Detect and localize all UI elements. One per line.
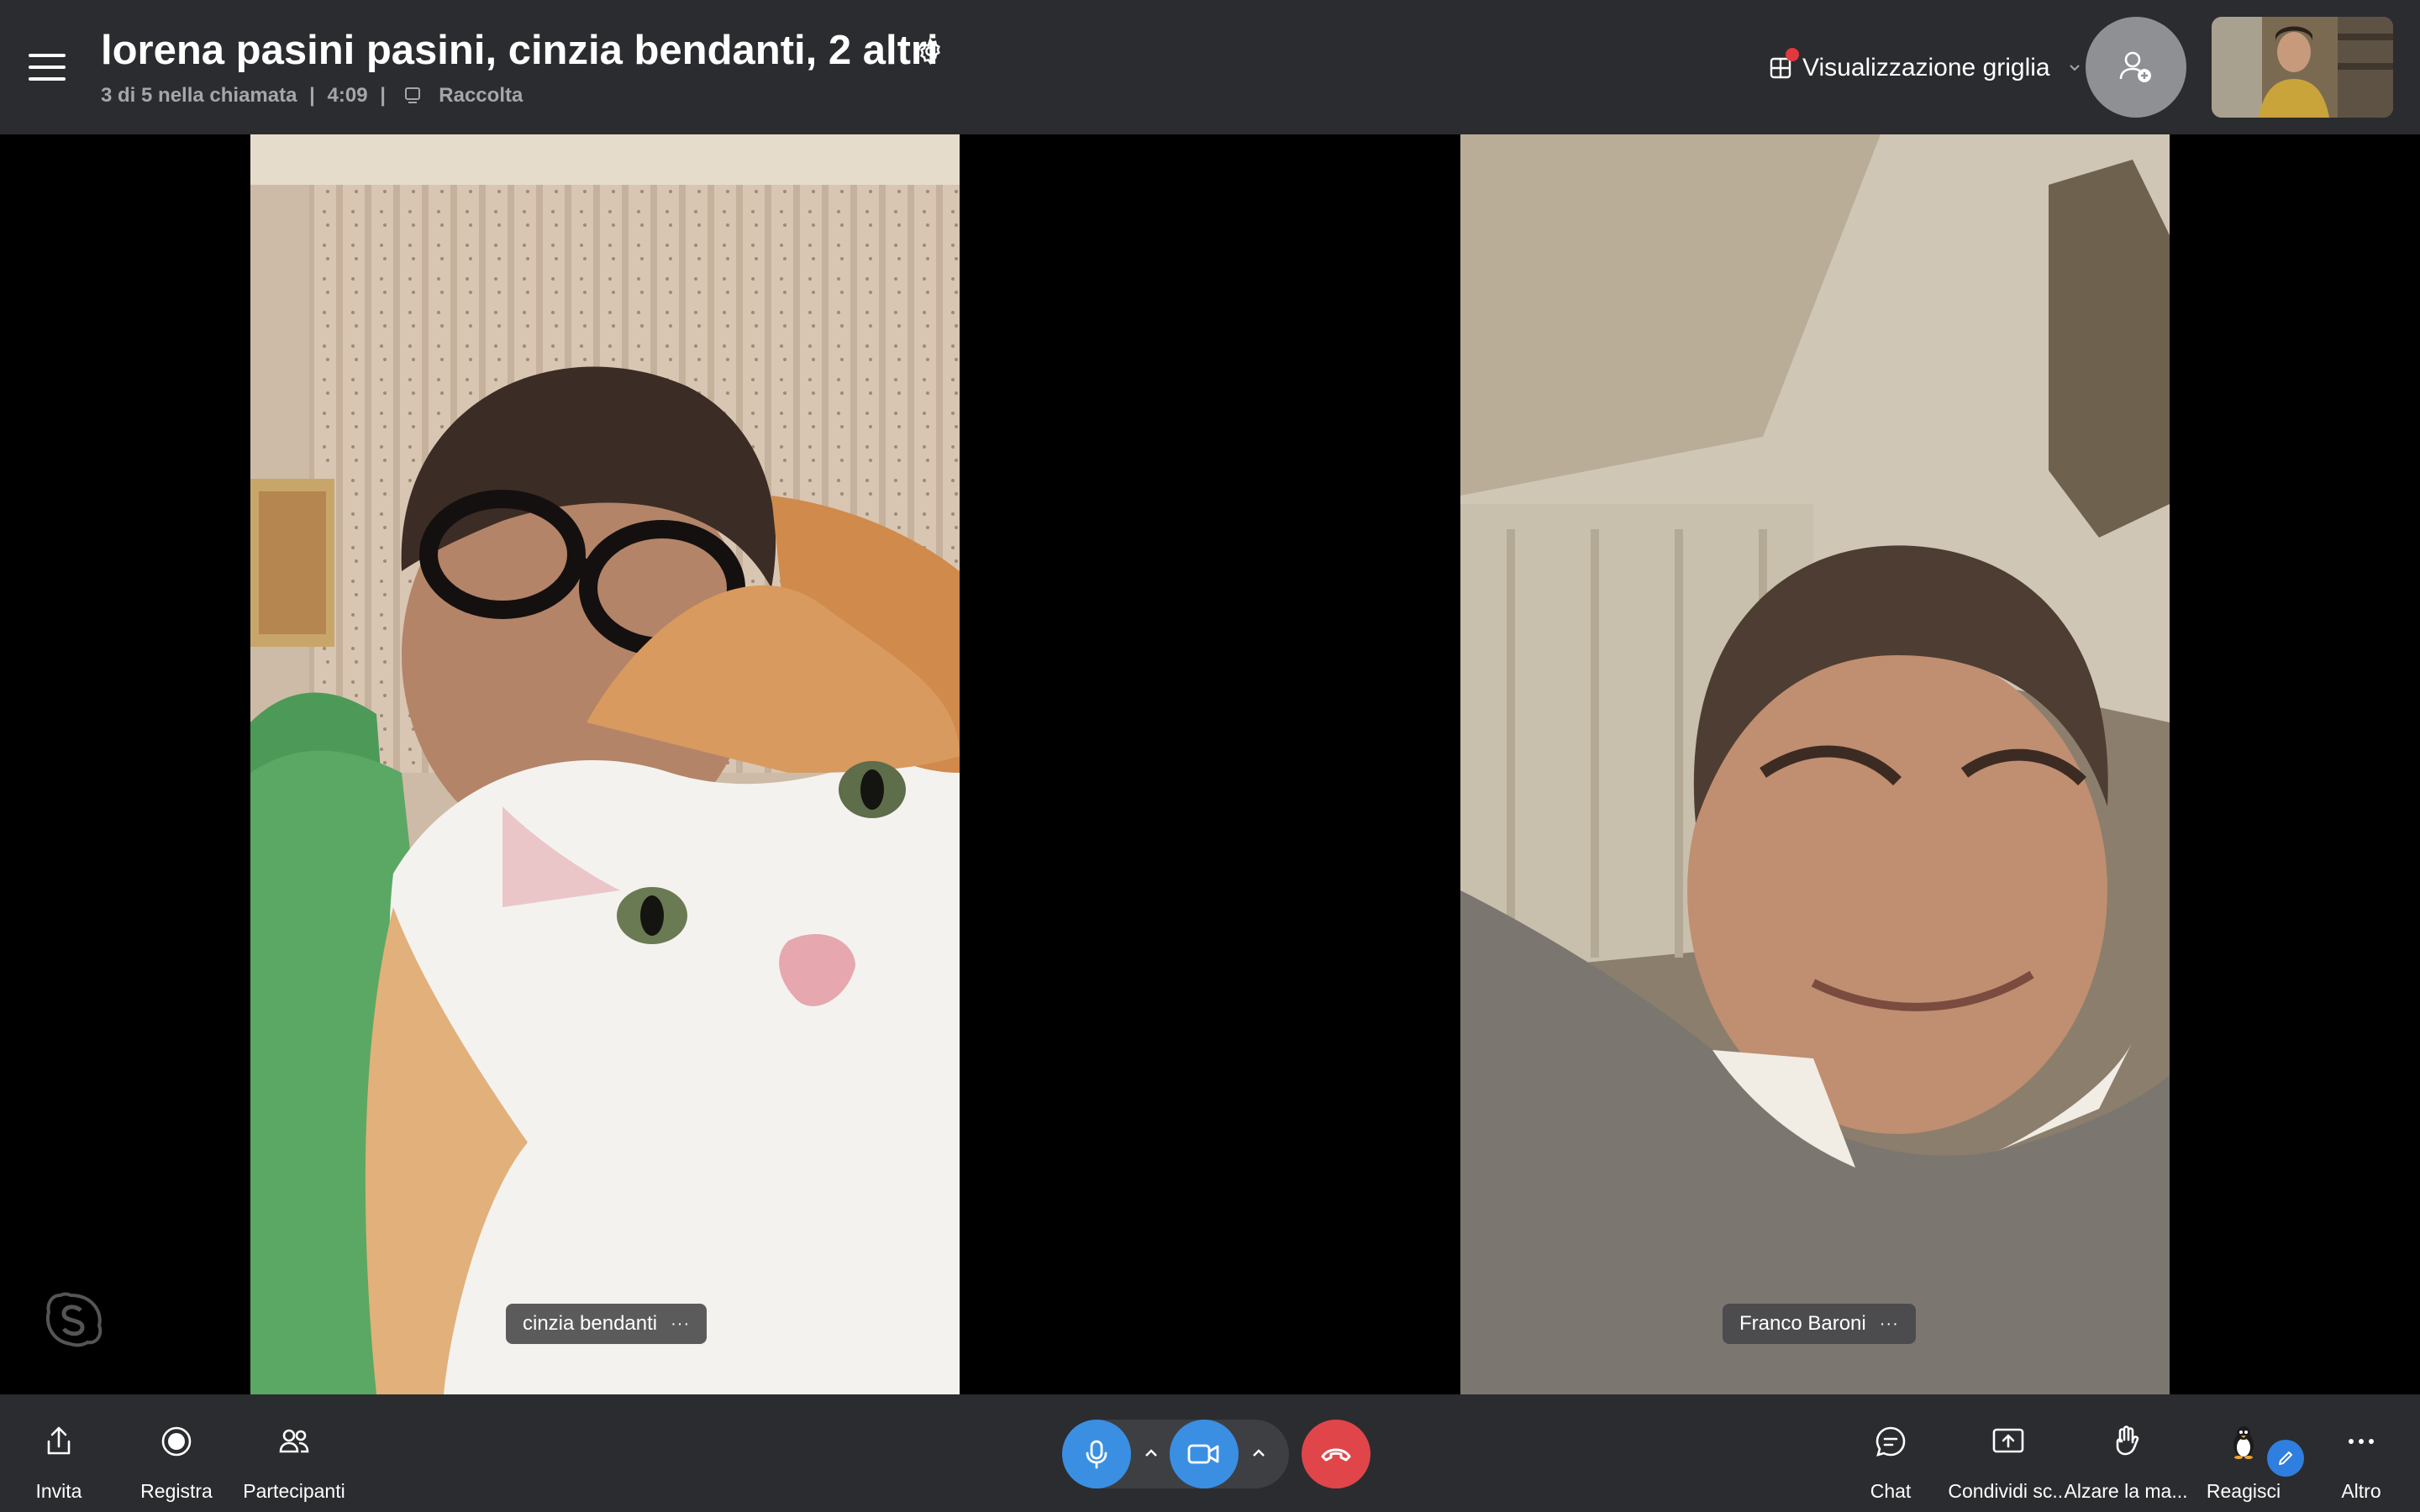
gallery-link[interactable]: Raccolta xyxy=(439,84,523,107)
record-icon xyxy=(161,1426,192,1457)
media-controls xyxy=(1062,1420,1289,1488)
chat-icon xyxy=(1876,1426,1906,1457)
skype-logo-icon xyxy=(42,1289,104,1351)
gallery-icon xyxy=(403,86,422,104)
video-camera-icon xyxy=(1187,1444,1219,1464)
call-toolbar: Invita Registra Partecipanti Chat Condiv… xyxy=(0,1394,2420,1512)
view-mode-button[interactable]: Visualizzazione griglia xyxy=(1769,48,2081,87)
microphone-button[interactable] xyxy=(1062,1420,1131,1488)
participant-name-tag[interactable]: cinzia bendanti ··· xyxy=(506,1304,708,1344)
view-mode-label: Visualizzazione griglia xyxy=(1802,54,2050,81)
record-button[interactable]: Registra xyxy=(109,1394,244,1512)
participant-name-tag[interactable]: Franco Baroni ··· xyxy=(1723,1304,1916,1344)
self-preview-video[interactable] xyxy=(2212,17,2393,118)
add-person-icon xyxy=(2119,51,2151,82)
microphone-icon xyxy=(1086,1440,1107,1469)
video-tile-franco[interactable] xyxy=(1460,134,2170,1394)
raise-hand-label: Alzare la ma... xyxy=(2064,1480,2188,1502)
hang-up-icon xyxy=(1321,1448,1351,1462)
add-participant-button[interactable] xyxy=(2086,17,2186,118)
grid-view-icon xyxy=(1769,48,1799,80)
more-icon xyxy=(2349,1439,2374,1444)
camera-button[interactable] xyxy=(1170,1420,1239,1488)
call-title[interactable]: lorena pasini pasini, cinzia bendanti, 2… xyxy=(101,27,939,74)
end-call-button[interactable] xyxy=(1302,1420,1370,1488)
invite-button[interactable]: Invita xyxy=(0,1394,126,1512)
settings-gear-icon[interactable] xyxy=(916,37,944,66)
chevron-up-icon[interactable] xyxy=(1249,1443,1269,1463)
more-options-icon[interactable]: ··· xyxy=(671,1315,690,1334)
participants-label: Partecipanti xyxy=(243,1480,345,1502)
chat-label: Chat xyxy=(1870,1480,1912,1502)
more-button[interactable]: Altro xyxy=(2294,1394,2420,1512)
participants-button[interactable]: Partecipanti xyxy=(227,1394,361,1512)
call-header: lorena pasini pasini, cinzia bendanti, 2… xyxy=(0,0,2420,134)
more-options-icon[interactable]: ··· xyxy=(1880,1315,1899,1334)
more-label: Altro xyxy=(2341,1480,2381,1502)
call-duration: 4:09 xyxy=(327,84,368,107)
participant-name: Franco Baroni xyxy=(1739,1312,1866,1335)
record-label: Registra xyxy=(140,1480,213,1502)
share-screen-label: Condividi sc... xyxy=(1948,1480,2069,1502)
chevron-down-icon xyxy=(2069,65,2080,71)
participants-count: 3 di 5 nella chiamata xyxy=(101,84,297,107)
participant-name: cinzia bendanti xyxy=(523,1312,658,1335)
react-label: Reagisci xyxy=(2206,1480,2281,1502)
chevron-up-icon[interactable] xyxy=(1141,1443,1161,1463)
raise-hand-icon xyxy=(2116,1425,2139,1456)
raise-hand-button[interactable]: Alzare la ma... xyxy=(2059,1394,2193,1512)
share-screen-icon xyxy=(1992,1428,2024,1453)
chat-button[interactable]: Chat xyxy=(1823,1394,1958,1512)
separator: | xyxy=(380,84,386,107)
menu-icon[interactable] xyxy=(25,49,69,86)
share-icon xyxy=(47,1426,71,1455)
notification-dot xyxy=(1786,48,1799,61)
share-screen-button[interactable]: Condividi sc... xyxy=(1941,1394,2075,1512)
invite-label: Invita xyxy=(35,1480,82,1502)
video-tile-cinzia[interactable] xyxy=(250,134,960,1394)
participants-icon xyxy=(279,1429,309,1453)
call-subtitle: 3 di 5 nella chiamata | 4:09 | Raccolta xyxy=(101,84,523,108)
separator: | xyxy=(309,84,315,107)
penguin-icon xyxy=(2233,1426,2254,1459)
